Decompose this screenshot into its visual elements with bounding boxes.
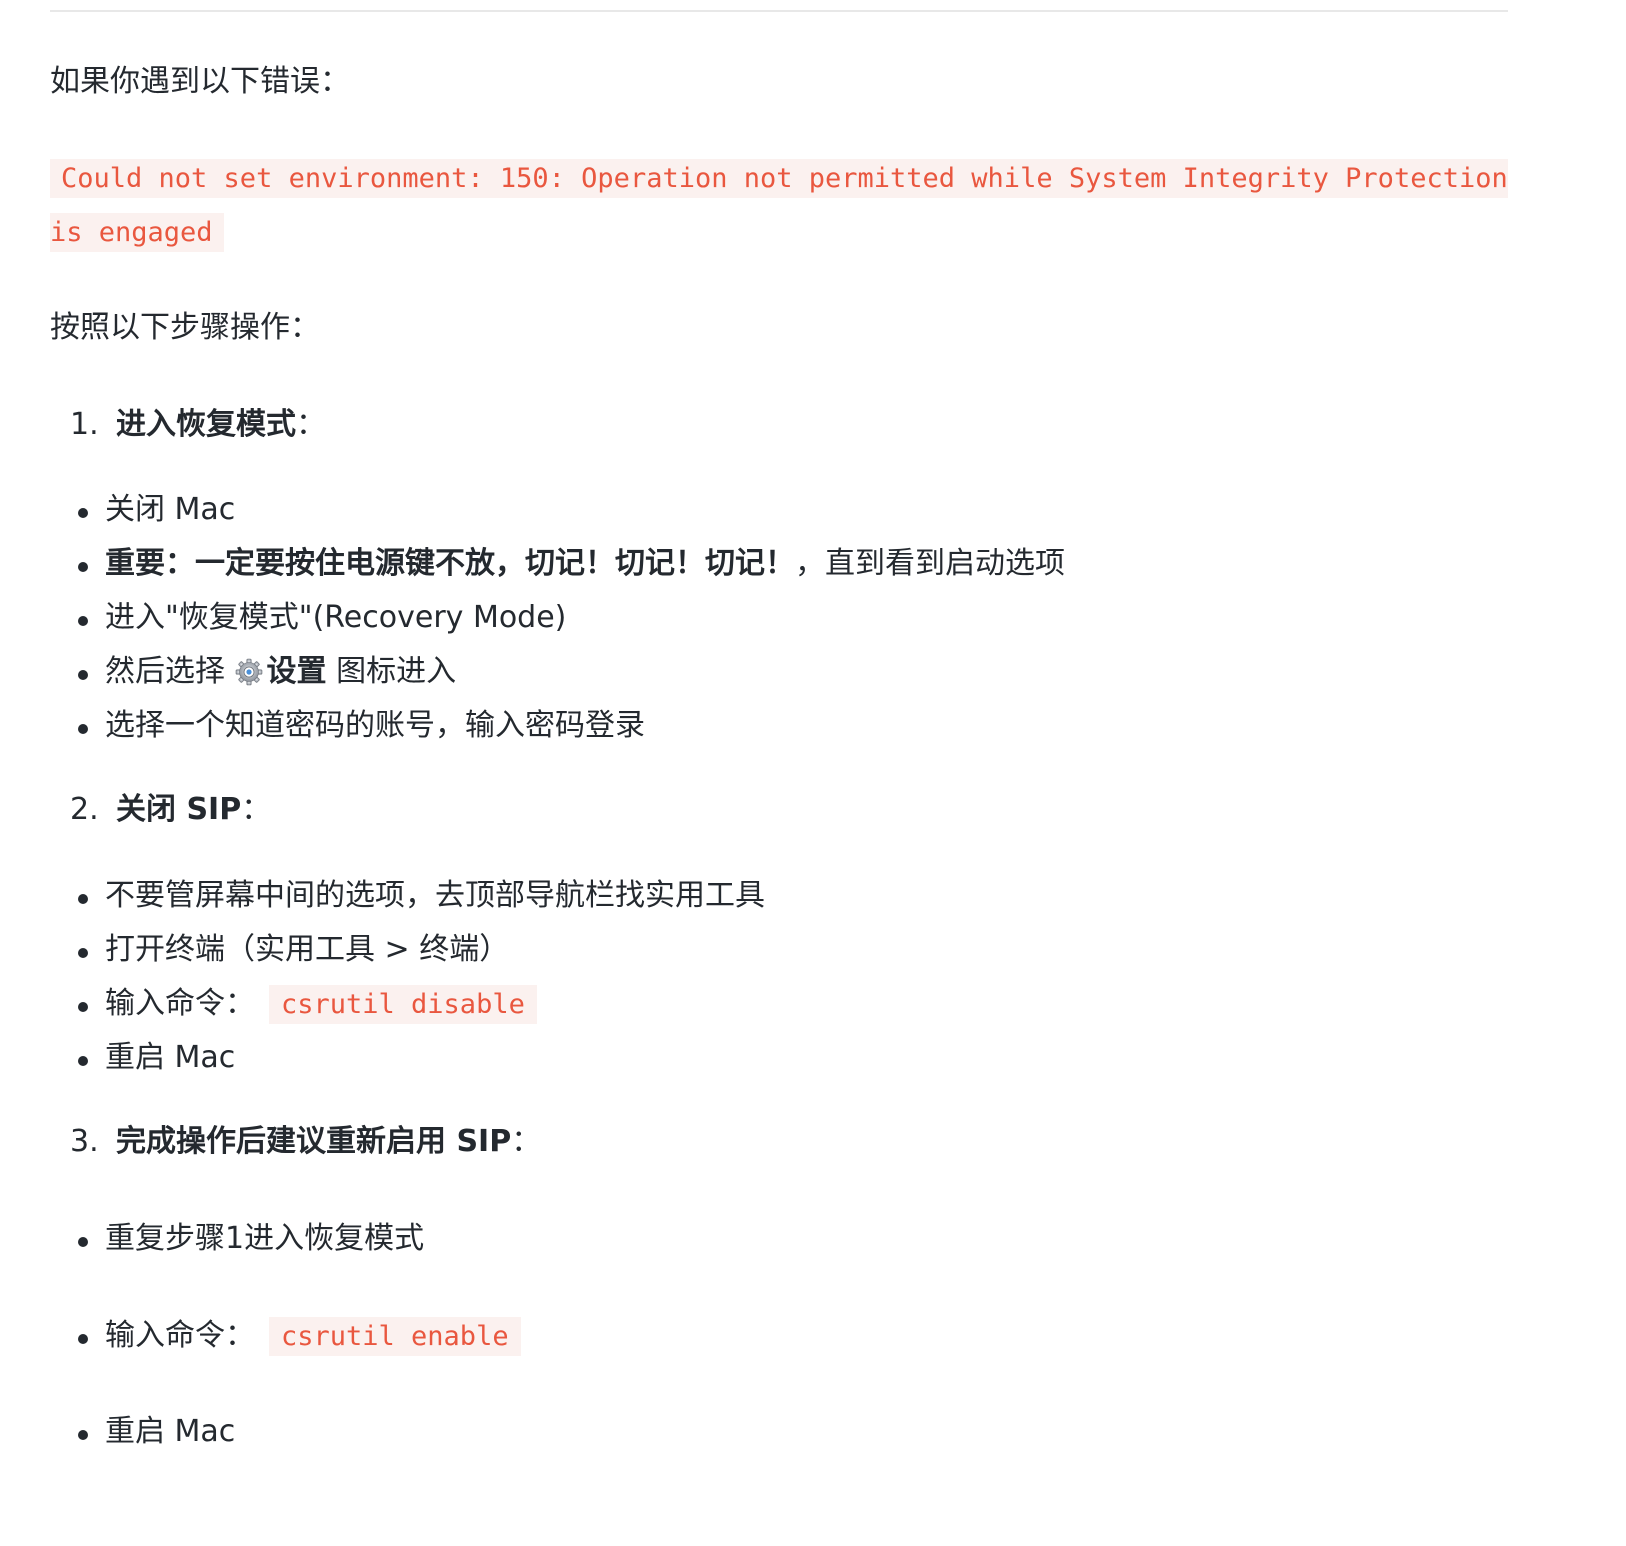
bullet-dot xyxy=(78,1237,88,1247)
error-line-2: is engaged xyxy=(50,213,224,252)
list-item-text: 输入命令： xyxy=(105,986,255,1021)
step-2-title: 关闭 SIP xyxy=(116,792,242,827)
top-divider xyxy=(50,10,1508,12)
bullet-dot xyxy=(78,508,88,518)
settings-label: 设置 xyxy=(266,654,327,689)
list-item-text: 然后选择 xyxy=(105,654,235,689)
error-code-block: Could not set environment: 150: Operatio… xyxy=(50,152,1515,260)
bullet-dot xyxy=(78,894,88,904)
inline-code-disable: csrutil disable xyxy=(269,985,537,1024)
list-item-text: 打开终端（实用工具 > 终端） xyxy=(105,932,510,967)
bullet-dot xyxy=(78,1430,88,1440)
list-item-text: 进入"恢复模式"(Recovery Mode) xyxy=(105,600,567,635)
bullet-dot xyxy=(78,562,88,572)
error-line-1: Could not set environment: 150: Operatio… xyxy=(50,159,1508,198)
bullet-dot xyxy=(78,1056,88,1066)
step-2-suffix: ： xyxy=(241,792,272,827)
bullet-dot xyxy=(78,1334,88,1344)
step-3-heading: 3. 完成操作后建议重新启用 SIP： xyxy=(70,1122,541,1162)
list-item-text: 输入命令： xyxy=(105,1318,255,1353)
inline-code-enable: csrutil enable xyxy=(269,1317,521,1356)
step-1-number: 1. xyxy=(70,407,99,442)
list-item-text: 图标进入 xyxy=(326,654,457,689)
bullet-dot xyxy=(78,670,88,680)
gear-icon xyxy=(235,658,262,686)
step-3-suffix: ： xyxy=(511,1124,542,1159)
list-item-text: 重启 Mac xyxy=(105,1040,236,1075)
step-3-title: 完成操作后建议重新启用 SIP xyxy=(116,1124,512,1159)
bullet-dot xyxy=(78,724,88,734)
list-item-text: 关闭 Mac xyxy=(105,492,236,527)
list-item-text: 重复步骤1进入恢复模式 xyxy=(105,1221,425,1256)
step-3-number: 3. xyxy=(70,1124,99,1159)
instruction-paragraph: 按照以下步骤操作： xyxy=(50,310,320,345)
list-item-text: ，直到看到启动选项 xyxy=(795,546,1065,581)
step-2-number: 2. xyxy=(70,792,99,827)
bullet-dot xyxy=(78,1002,88,1012)
list-item-text: 选择一个知道密码的账号，输入密码登录 xyxy=(105,708,645,743)
important-note: 重要：一定要按住电源键不放，切记！切记！切记！ xyxy=(105,546,795,581)
step-1-heading: 1. 进入恢复模式： xyxy=(70,405,326,445)
step-1-title: 进入恢复模式 xyxy=(116,407,296,442)
intro-paragraph: 如果你遇到以下错误： xyxy=(50,64,350,99)
list-item-text: 不要管屏幕中间的选项，去顶部导航栏找实用工具 xyxy=(105,878,765,913)
step-2-heading: 2. 关闭 SIP： xyxy=(70,790,271,830)
list-item-text: 重启 Mac xyxy=(105,1414,236,1449)
step-1-suffix: ： xyxy=(296,407,326,442)
bullet-dot xyxy=(78,948,88,958)
bullet-dot xyxy=(78,616,88,626)
